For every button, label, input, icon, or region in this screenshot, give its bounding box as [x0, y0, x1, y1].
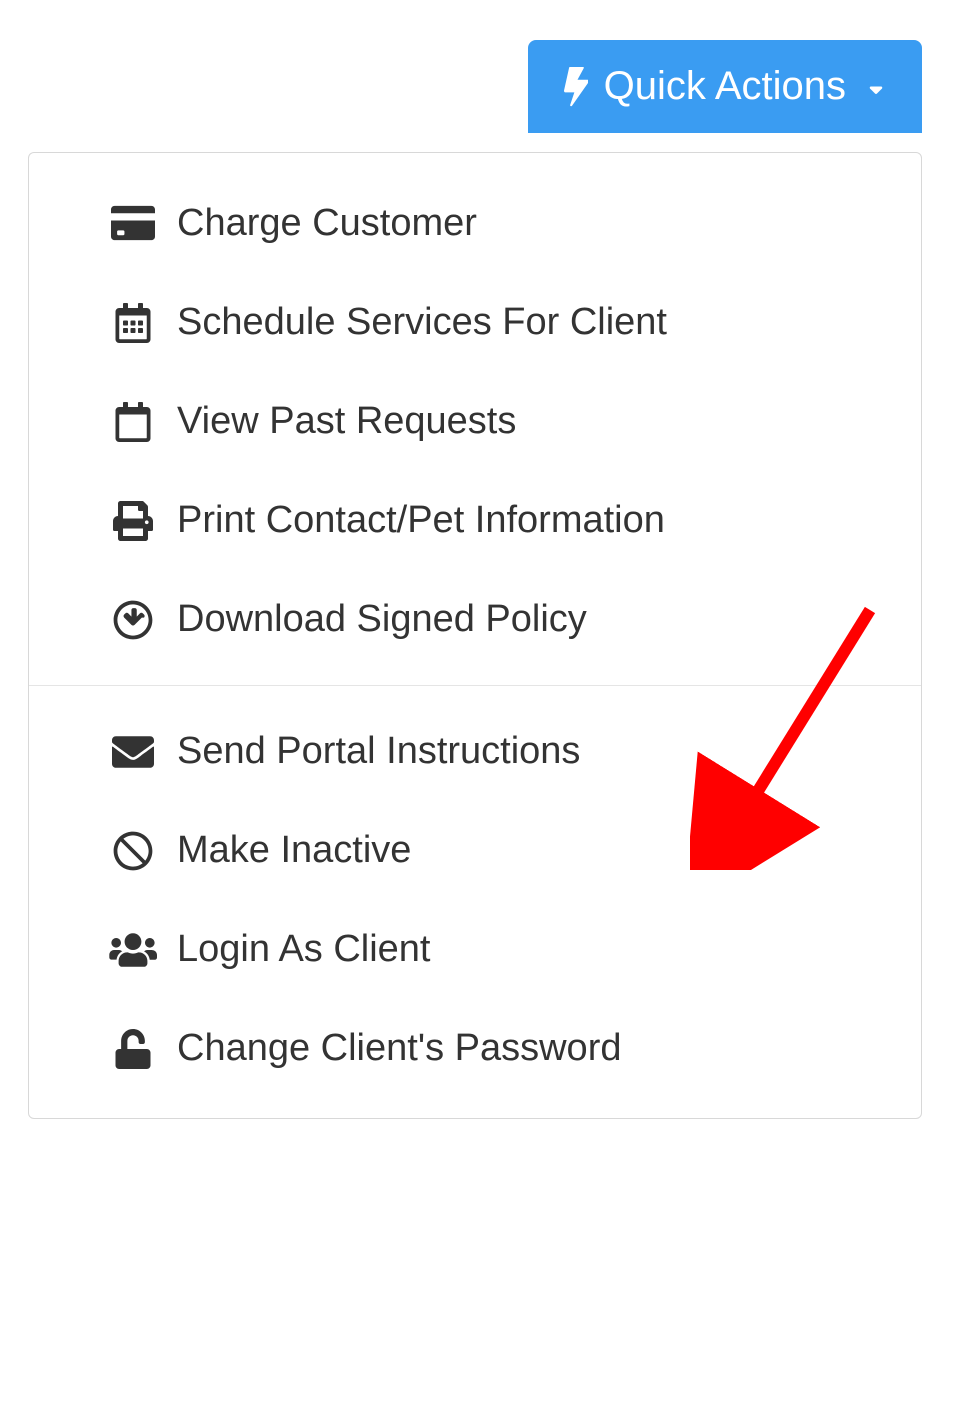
menu-item-label: Download Signed Policy	[177, 598, 587, 641]
menu-item-send-portal-instructions[interactable]: Send Portal Instructions	[29, 702, 921, 801]
caret-down-icon	[866, 64, 886, 109]
menu-item-label: Charge Customer	[177, 202, 477, 245]
menu-item-label: Make Inactive	[177, 829, 411, 872]
menu-item-label: Send Portal Instructions	[177, 730, 580, 773]
menu-item-label: View Past Requests	[177, 400, 516, 443]
bolt-icon	[564, 67, 588, 107]
users-icon	[109, 930, 157, 970]
quick-actions-button[interactable]: Quick Actions	[528, 40, 922, 133]
quick-actions-label: Quick Actions	[604, 64, 846, 109]
menu-item-schedule-services[interactable]: Schedule Services For Client	[29, 273, 921, 372]
menu-item-make-inactive[interactable]: Make Inactive	[29, 801, 921, 900]
quick-actions-dropdown: Charge Customer Schedule Services For Cl…	[28, 152, 922, 1119]
menu-item-print-info[interactable]: Print Contact/Pet Information	[29, 471, 921, 570]
printer-icon	[109, 501, 157, 541]
ban-icon	[109, 831, 157, 871]
calendar-empty-icon	[109, 402, 157, 442]
menu-item-login-as-client[interactable]: Login As Client	[29, 900, 921, 999]
calendar-grid-icon	[109, 303, 157, 343]
download-circle-icon	[109, 600, 157, 640]
envelope-icon	[109, 731, 157, 773]
menu-item-label: Change Client's Password	[177, 1027, 621, 1070]
credit-card-icon	[109, 201, 157, 245]
menu-item-label: Print Contact/Pet Information	[177, 499, 665, 542]
unlock-icon	[109, 1029, 157, 1069]
menu-item-change-password[interactable]: Change Client's Password	[29, 999, 921, 1098]
menu-item-label: Schedule Services For Client	[177, 301, 667, 344]
menu-item-charge-customer[interactable]: Charge Customer	[29, 173, 921, 273]
menu-divider	[29, 685, 921, 686]
menu-item-download-policy[interactable]: Download Signed Policy	[29, 570, 921, 669]
menu-item-label: Login As Client	[177, 928, 431, 971]
menu-item-view-past-requests[interactable]: View Past Requests	[29, 372, 921, 471]
